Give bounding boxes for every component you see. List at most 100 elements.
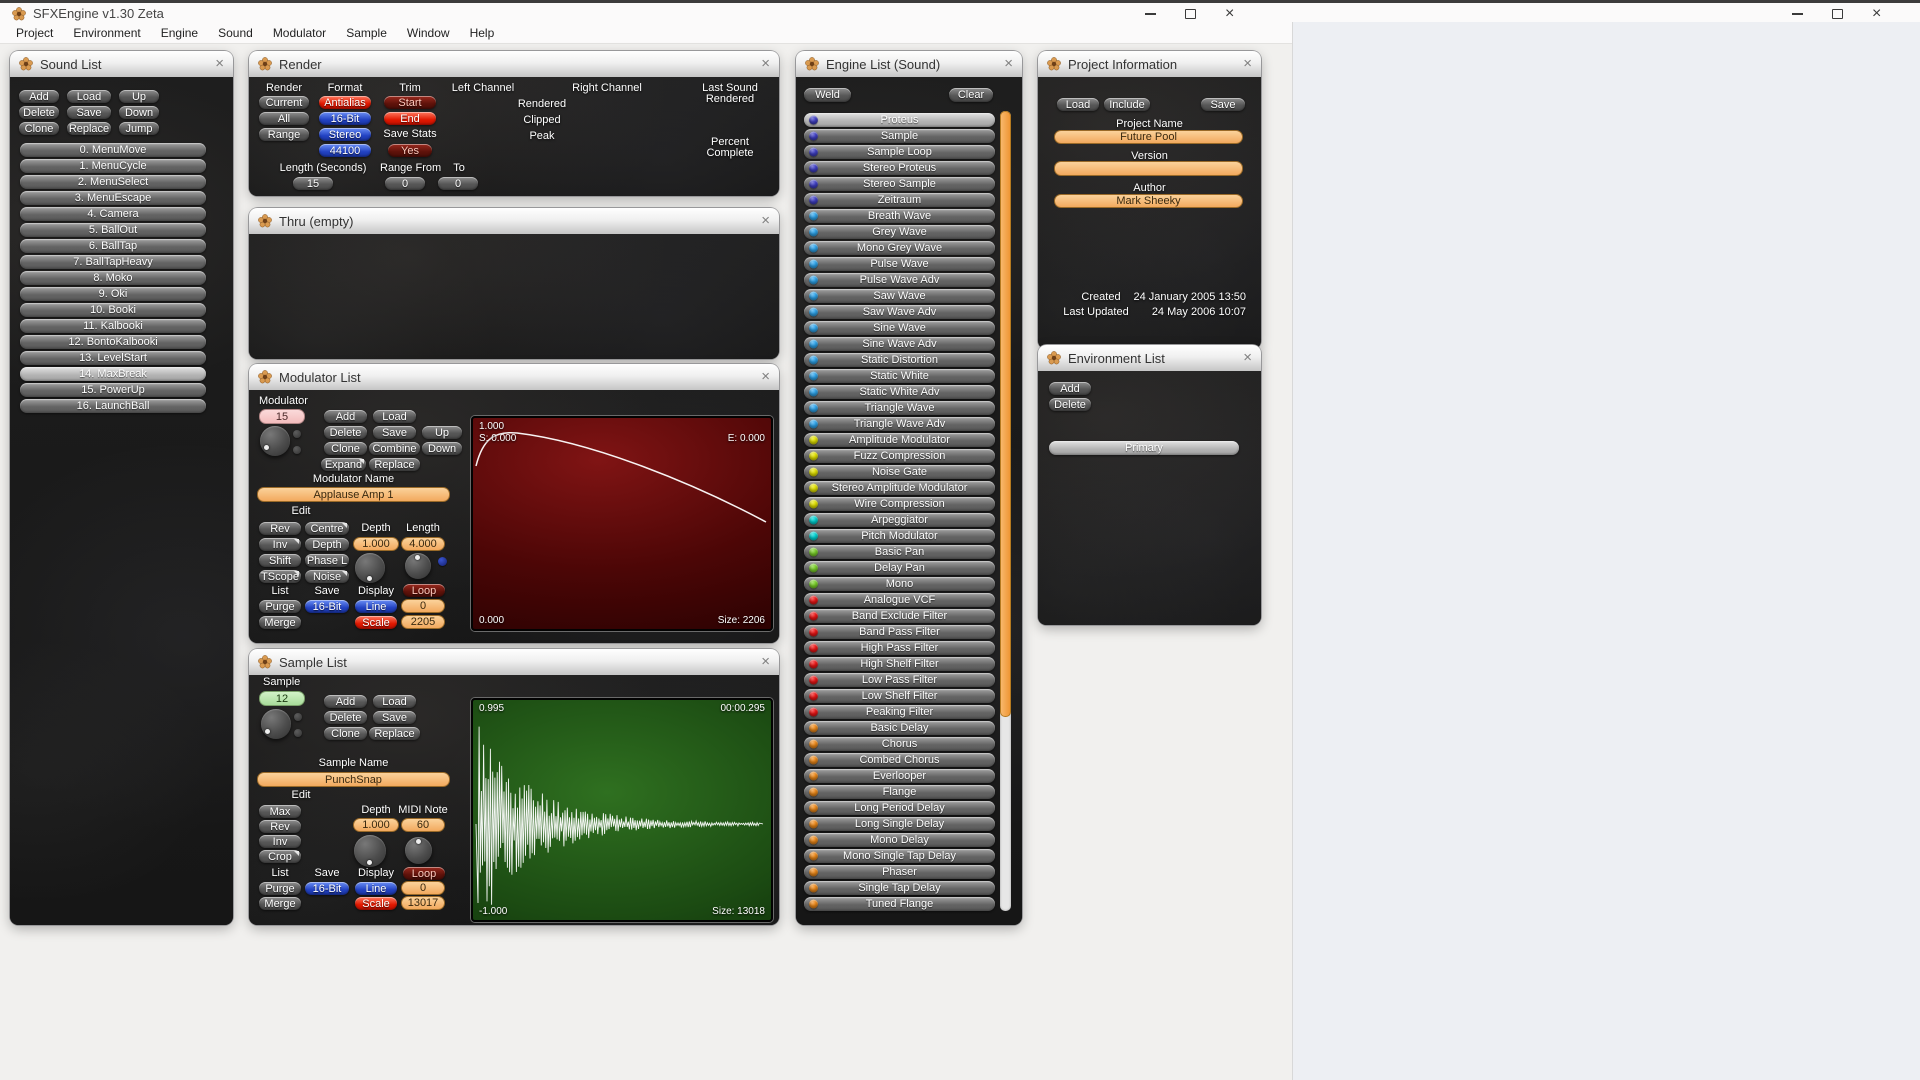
sample-add-button[interactable]: Add: [324, 695, 367, 708]
modulator-select-knob[interactable]: [260, 426, 290, 456]
sample-scale-value-field[interactable]: 13017: [401, 896, 445, 910]
engine-item-band-pass-filter[interactable]: Band Pass Filter: [804, 625, 995, 639]
sound-add-button[interactable]: Add: [19, 90, 59, 103]
engine-item-fuzz-compression[interactable]: Fuzz Compression: [804, 449, 995, 463]
sample-loop-count-field[interactable]: 0: [401, 881, 445, 895]
menu-sound[interactable]: Sound: [208, 24, 263, 42]
close-icon[interactable]: ×: [761, 56, 770, 71]
engine-item-tuned-flange[interactable]: Tuned Flange: [804, 897, 995, 911]
sound-item-6[interactable]: 6. BallTap: [20, 239, 206, 253]
engine-item-triangle-wave-adv[interactable]: Triangle Wave Adv: [804, 417, 995, 431]
sample-loop-button[interactable]: Loop: [403, 867, 445, 880]
render-current-button[interactable]: Current: [259, 96, 309, 109]
project-save-button[interactable]: Save: [1201, 98, 1245, 111]
close-icon[interactable]: ×: [1243, 350, 1252, 365]
mod-depth-button[interactable]: Depth: [305, 538, 349, 551]
maximize-icon[interactable]: [1185, 9, 1196, 19]
engine-item-sample[interactable]: Sample: [804, 129, 995, 143]
mod-scale-value-field[interactable]: 2205: [401, 615, 445, 629]
engine-item-stereo-amplitude-modulator[interactable]: Stereo Amplitude Modulator: [804, 481, 995, 495]
render-range-button[interactable]: Range: [259, 128, 309, 141]
modulator-load-button[interactable]: Load: [373, 410, 416, 423]
modulator-name-field[interactable]: Applause Amp 1: [257, 487, 450, 502]
engine-item-static-white-adv[interactable]: Static White Adv: [804, 385, 995, 399]
range-to-value[interactable]: 0: [438, 177, 478, 190]
sample-merge-button[interactable]: Merge: [259, 897, 301, 910]
engine-item-high-shelf-filter[interactable]: High Shelf Filter: [804, 657, 995, 671]
close-icon[interactable]: ×: [1225, 6, 1234, 22]
sample-max-button[interactable]: Max: [259, 805, 301, 818]
engine-item-sine-wave-adv[interactable]: Sine Wave Adv: [804, 337, 995, 351]
sample-crop-button[interactable]: Crop: [259, 850, 301, 863]
mod-tscope-button[interactable]: TScope: [259, 570, 301, 583]
mod-loop-button[interactable]: Loop: [403, 584, 445, 597]
render-titlebar[interactable]: Render ×: [249, 51, 779, 77]
engine-item-pulse-wave[interactable]: Pulse Wave: [804, 257, 995, 271]
sound-item-9[interactable]: 9. Oki: [20, 287, 206, 301]
engine-item-low-pass-filter[interactable]: Low Pass Filter: [804, 673, 995, 687]
engine-item-basic-pan[interactable]: Basic Pan: [804, 545, 995, 559]
engine-item-pitch-modulator[interactable]: Pitch Modulator: [804, 529, 995, 543]
engine-item-triangle-wave[interactable]: Triangle Wave: [804, 401, 995, 415]
maximize-icon[interactable]: [1832, 9, 1843, 19]
mod-depth-knob[interactable]: [355, 553, 385, 583]
mod-shift-button[interactable]: Shift: [259, 554, 301, 567]
clear-button[interactable]: Clear: [949, 88, 993, 102]
engine-item-basic-delay[interactable]: Basic Delay: [804, 721, 995, 735]
engine-item-combed-chorus[interactable]: Combed Chorus: [804, 753, 995, 767]
engine-item-static-distortion[interactable]: Static Distortion: [804, 353, 995, 367]
engine-item-long-single-delay[interactable]: Long Single Delay: [804, 817, 995, 831]
mod-rev-button[interactable]: Rev: [259, 522, 301, 535]
sound-item-10[interactable]: 10. Booki: [20, 303, 206, 317]
close-icon[interactable]: ×: [1243, 56, 1252, 71]
minimize-icon[interactable]: [1792, 13, 1803, 15]
project-load-button[interactable]: Load: [1057, 98, 1099, 111]
close-icon[interactable]: ×: [761, 213, 770, 228]
engine-item-delay-pan[interactable]: Delay Pan: [804, 561, 995, 575]
engine-item-analogue-vcf[interactable]: Analogue VCF: [804, 593, 995, 607]
modulator-clone-button[interactable]: Clone: [324, 442, 367, 455]
sound-item-14[interactable]: 14. MaxBreak: [20, 367, 206, 381]
minimize-icon[interactable]: [1145, 13, 1156, 15]
sample-name-field[interactable]: PunchSnap: [257, 772, 450, 787]
sound-item-15[interactable]: 15. PowerUp: [20, 383, 206, 397]
engine-item-stereo-proteus[interactable]: Stereo Proteus: [804, 161, 995, 175]
engine-item-flange[interactable]: Flange: [804, 785, 995, 799]
engine-item-mono-grey-wave[interactable]: Mono Grey Wave: [804, 241, 995, 255]
sound-item-3[interactable]: 3. MenuEscape: [20, 191, 206, 205]
menu-project[interactable]: Project: [6, 24, 63, 42]
sample-midi-value-field[interactable]: 60: [401, 818, 445, 832]
sound-item-11[interactable]: 11. Kalbooki: [20, 319, 206, 333]
engine-item-mono-single-tap-delay[interactable]: Mono Single Tap Delay: [804, 849, 995, 863]
sound-item-8[interactable]: 8. Moko: [20, 271, 206, 285]
sample-inv-button[interactable]: Inv: [259, 835, 301, 848]
close-icon[interactable]: ×: [215, 56, 224, 71]
sound-save-button[interactable]: Save: [67, 106, 111, 119]
mod-phase-button[interactable]: Phase L: [305, 554, 349, 567]
engine-item-sample-loop[interactable]: Sample Loop: [804, 145, 995, 159]
sound-load-button[interactable]: Load: [67, 90, 111, 103]
mod-centre-button[interactable]: Centre: [305, 522, 349, 535]
close-icon[interactable]: ×: [1872, 6, 1881, 22]
sample-line-toggle[interactable]: Line: [355, 882, 397, 895]
modulator-combine-button[interactable]: Combine: [369, 442, 420, 455]
sound-item-4[interactable]: 4. Camera: [20, 207, 206, 221]
environment-list-titlebar[interactable]: Environment List ×: [1038, 345, 1261, 371]
engine-item-long-period-delay[interactable]: Long Period Delay: [804, 801, 995, 815]
app-titlebar[interactable]: SFXEngine v1.30 Zeta × ×: [0, 0, 1920, 22]
sample-16bit-toggle[interactable]: 16-Bit: [305, 882, 349, 895]
sound-clone-button[interactable]: Clone: [19, 122, 59, 135]
engine-item-band-exclude-filter[interactable]: Band Exclude Filter: [804, 609, 995, 623]
sample-load-button[interactable]: Load: [373, 695, 416, 708]
engine-item-high-pass-filter[interactable]: High Pass Filter: [804, 641, 995, 655]
environment-item-primary[interactable]: Primary: [1049, 441, 1239, 455]
mod-merge-button[interactable]: Merge: [259, 616, 301, 629]
thru-titlebar[interactable]: Thru (empty) ×: [249, 208, 779, 234]
menu-engine[interactable]: Engine: [151, 24, 208, 42]
close-icon[interactable]: ×: [1004, 56, 1013, 71]
engine-item-saw-wave[interactable]: Saw Wave: [804, 289, 995, 303]
environment-delete-button[interactable]: Delete: [1049, 398, 1091, 411]
engine-item-mono[interactable]: Mono: [804, 577, 995, 591]
modulator-down-button[interactable]: Down: [422, 442, 462, 455]
sound-down-button[interactable]: Down: [119, 106, 159, 119]
